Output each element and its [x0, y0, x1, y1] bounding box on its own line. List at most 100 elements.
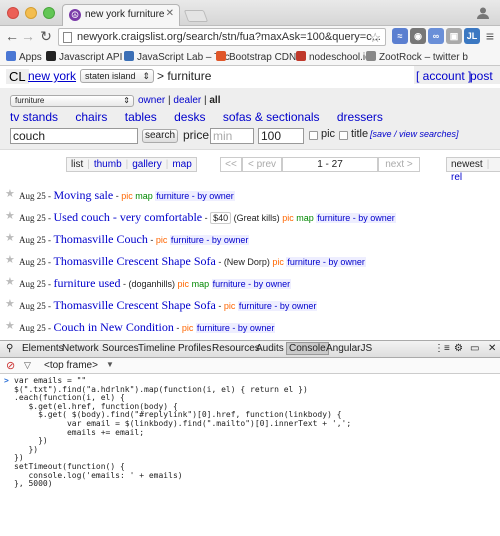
listing-title-link[interactable]: Thomasville Couch	[54, 232, 148, 246]
person-icon[interactable]	[476, 6, 490, 20]
craigslist-logo[interactable]: CL	[6, 69, 29, 84]
subcategory-link[interactable]: sofas & sectionals	[223, 110, 320, 124]
listing-title-link[interactable]: Thomasville Crescent Shape Sofa	[54, 298, 216, 312]
close-icon[interactable]: ✕	[166, 8, 174, 19]
min-price-input[interactable]: min	[210, 128, 254, 144]
view-thumb[interactable]: thumb	[90, 158, 126, 171]
new-tab-button[interactable]	[183, 10, 209, 22]
reload-icon[interactable]: ↻	[38, 28, 54, 44]
next-page-button[interactable]: next >	[378, 157, 420, 172]
category-link[interactable]: furniture - by owner	[237, 301, 318, 311]
map-link[interactable]: map	[192, 279, 210, 289]
category-select[interactable]: furniture ⇕	[10, 95, 134, 107]
favorite-star-icon[interactable]: ★	[5, 210, 15, 222]
favorite-star-icon[interactable]: ★	[5, 188, 15, 200]
clear-console-icon[interactable]: ⊘	[6, 359, 15, 372]
tab-sources[interactable]: Sources	[102, 343, 139, 354]
category-link[interactable]: furniture - by owner	[155, 191, 235, 201]
favorite-star-icon[interactable]: ★	[5, 298, 15, 310]
listing-title-link[interactable]: Used couch - very comfortable	[54, 210, 203, 224]
subcategory-link[interactable]: chairs	[75, 110, 107, 124]
listing-title-link[interactable]: Couch in New Condition	[54, 320, 174, 334]
bookmark-apps[interactable]: Apps	[6, 51, 42, 63]
tab-profiles[interactable]: Profiles	[178, 343, 211, 354]
bookmark-zootrock[interactable]: ZootRock – twitter b	[366, 51, 468, 63]
extension-puzzle-icon[interactable]: ▣	[446, 28, 462, 44]
subcategory-link[interactable]: dressers	[337, 110, 383, 124]
search-button[interactable]: search	[142, 129, 178, 143]
city-link[interactable]: new york	[28, 69, 76, 83]
map-link[interactable]: map	[296, 213, 314, 223]
listing-title-link[interactable]: furniture used	[54, 276, 121, 290]
owner-link[interactable]: owner	[138, 95, 165, 106]
view-map[interactable]: map	[168, 158, 195, 171]
title-checkbox[interactable]	[339, 131, 348, 140]
pic-checkbox[interactable]	[309, 131, 318, 140]
favorite-star-icon[interactable]: ★	[5, 276, 15, 288]
max-price-input[interactable]: 100	[258, 128, 304, 144]
minimize-window-button[interactable]	[25, 7, 37, 19]
pic-tag: pic	[282, 213, 294, 223]
tab-console[interactable]: Console	[286, 342, 329, 355]
zoom-window-button[interactable]	[43, 7, 55, 19]
dealer-link[interactable]: dealer	[173, 95, 201, 106]
subcategory-link[interactable]: tv stands	[10, 110, 58, 124]
frame-selector[interactable]: <top frame>	[44, 360, 98, 371]
extension-link-icon[interactable]: ∞	[428, 28, 444, 44]
bookmark-javascript-api[interactable]: Javascript API	[46, 51, 122, 63]
filter-icon[interactable]: ▽	[24, 360, 31, 371]
gear-icon[interactable]: ⚙	[454, 343, 463, 354]
category-link[interactable]: furniture - by owner	[195, 323, 276, 333]
category-link[interactable]: furniture - by owner	[169, 235, 250, 245]
search-icon[interactable]: ⚲	[6, 343, 13, 354]
search-input[interactable]: couch	[10, 128, 138, 144]
tab-timeline[interactable]: Timeline	[138, 343, 175, 354]
subcategory-link[interactable]: desks	[174, 110, 205, 124]
tab-resources[interactable]: Resources	[212, 343, 260, 354]
extension-globe-icon[interactable]: ◉	[410, 28, 426, 44]
browser-tab[interactable]: ☮ new york furniture "couch ✕	[62, 4, 180, 26]
post-link[interactable]: post	[470, 69, 493, 83]
seller-filter: owner | dealer | all	[138, 95, 221, 106]
back-arrow-icon[interactable]: ←	[4, 28, 20, 44]
favorite-star-icon[interactable]: ★	[5, 320, 15, 332]
borough-select[interactable]: staten island ⇕	[80, 69, 154, 83]
menu-icon[interactable]: ≡	[482, 28, 498, 44]
tab-elements[interactable]: Elements	[22, 343, 64, 354]
category-link[interactable]: furniture - by owner	[316, 213, 396, 223]
favorite-star-icon[interactable]: ★	[5, 254, 15, 266]
extension-jl-icon[interactable]: JL	[464, 28, 480, 44]
favorite-star-icon[interactable]: ★	[5, 232, 15, 244]
address-bar[interactable]: newyork.craigslist.org/search/stn/fua?ma…	[58, 28, 386, 46]
category-link[interactable]: furniture - by owner	[211, 279, 292, 289]
tab-network[interactable]: Network	[62, 343, 99, 354]
saved-searches-link[interactable]: [save / view searches]	[370, 129, 459, 139]
sort-newest[interactable]: newest	[447, 158, 487, 171]
page-icon	[124, 51, 134, 61]
chevron-down-icon[interactable]: ▼	[106, 360, 114, 369]
category-link[interactable]: furniture - by owner	[286, 257, 366, 267]
map-link[interactable]: map	[135, 191, 153, 201]
dock-icon[interactable]: ▭	[470, 343, 479, 354]
subcategory-link[interactable]: tables	[125, 110, 157, 124]
drawer-toggle-icon[interactable]: ⋮≡	[434, 343, 450, 354]
close-window-button[interactable]	[7, 7, 19, 19]
view-list[interactable]: list	[67, 158, 87, 171]
view-gallery[interactable]: gallery	[128, 158, 165, 171]
sort-relevance[interactable]: rel	[447, 171, 466, 184]
forward-arrow-icon[interactable]: →	[20, 28, 36, 44]
tab-audits[interactable]: Audits	[256, 343, 284, 354]
close-icon[interactable]: ✕	[488, 343, 496, 354]
first-page-button[interactable]: <<	[220, 157, 242, 172]
bookmark-bootstrap-cdn[interactable]: Bootstrap CDN	[216, 51, 296, 63]
prev-page-button[interactable]: < prev	[242, 157, 282, 172]
bookmark-star-icon[interactable]: ☆	[369, 30, 381, 46]
account-link[interactable]: [ account ]	[416, 69, 471, 83]
bookmark-nodeschool[interactable]: nodeschool.io	[296, 51, 371, 63]
listing-title-link[interactable]: Thomasville Crescent Shape Sofa	[54, 254, 216, 268]
extension-cloud-icon[interactable]: ≈	[392, 28, 408, 44]
tab-angularjs[interactable]: AngularJS	[326, 343, 372, 354]
console-output[interactable]: > var emails = "" $(".txt").find("a.hdrl…	[0, 375, 500, 536]
listing-title-link[interactable]: Moving sale	[54, 188, 114, 202]
bookmark-javascript-lab[interactable]: JavaScript Lab – Toc	[124, 51, 230, 63]
